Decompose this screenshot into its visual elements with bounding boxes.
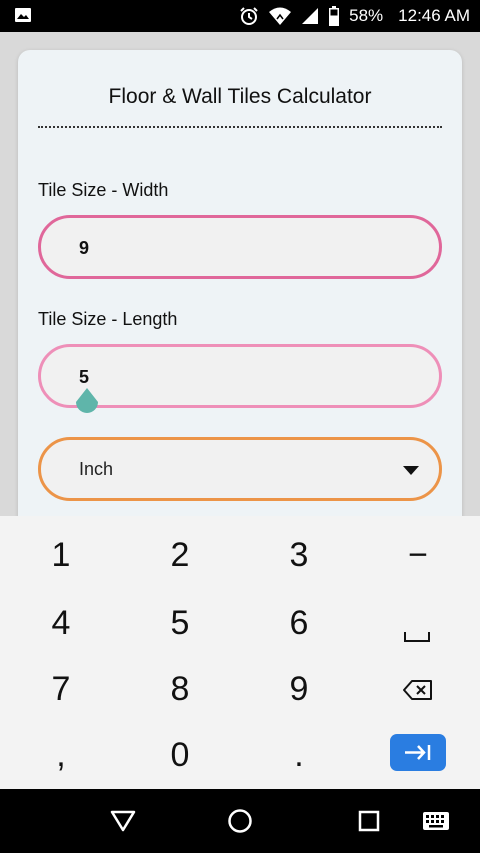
- key-7[interactable]: 7: [31, 670, 91, 709]
- nav-home-button[interactable]: [215, 789, 265, 853]
- recents-square-icon: [358, 810, 380, 832]
- navigation-bar: [0, 789, 480, 853]
- unit-select-value: Inch: [79, 459, 114, 479]
- home-circle-icon: [228, 809, 252, 833]
- calculator-card: Floor & Wall Tiles Calculator Tile Size …: [18, 50, 462, 550]
- nav-back-button[interactable]: [98, 789, 148, 853]
- clock-time: 12:46 AM: [398, 6, 470, 25]
- alarm-clock-icon: [240, 7, 258, 25]
- key-5[interactable]: 5: [150, 604, 210, 643]
- backspace-icon[interactable]: [402, 679, 434, 701]
- keyboard-icon: [423, 812, 449, 830]
- key-6[interactable]: 6: [269, 604, 329, 643]
- tile-width-label: Tile Size - Width: [38, 180, 169, 200]
- key-period[interactable]: .: [269, 736, 329, 775]
- numeric-keyboard: 1 2 3 − 4 5 6 7 8 9 , 0 .: [0, 516, 480, 789]
- key-0[interactable]: 0: [150, 736, 210, 775]
- status-bar: 58% 12:46 AM: [0, 0, 480, 32]
- nav-recents-button[interactable]: [344, 789, 394, 853]
- key-8[interactable]: 8: [150, 670, 210, 709]
- key-minus[interactable]: −: [388, 536, 448, 575]
- text-cursor-handle[interactable]: [74, 386, 100, 420]
- back-triangle-icon: [110, 810, 136, 832]
- page-title: Floor & Wall Tiles Calculator: [108, 85, 372, 108]
- key-comma[interactable]: ,: [31, 736, 91, 775]
- battery-percent: 58%: [349, 6, 384, 25]
- title-divider: [38, 126, 442, 128]
- key-4[interactable]: 4: [31, 604, 91, 643]
- key-1[interactable]: 1: [31, 536, 91, 575]
- image-icon: [15, 8, 31, 22]
- tile-length-label: Tile Size - Length: [38, 309, 178, 329]
- next-field-button[interactable]: [390, 734, 446, 771]
- tile-width-input[interactable]: 9: [38, 215, 442, 279]
- signal-icon: [302, 8, 319, 24]
- tile-length-value: 5: [79, 367, 90, 387]
- battery-icon: [329, 6, 340, 26]
- tab-next-icon: [405, 745, 431, 760]
- key-3[interactable]: 3: [269, 536, 329, 575]
- dropdown-arrow-icon: [403, 466, 419, 475]
- key-2[interactable]: 2: [150, 536, 210, 575]
- tile-width-value: 9: [79, 238, 90, 258]
- space-bar-icon[interactable]: [403, 630, 431, 644]
- wifi-icon: [269, 7, 292, 25]
- nav-keyboard-button[interactable]: [411, 789, 461, 853]
- unit-select[interactable]: Inch: [38, 437, 442, 501]
- key-9[interactable]: 9: [269, 670, 329, 709]
